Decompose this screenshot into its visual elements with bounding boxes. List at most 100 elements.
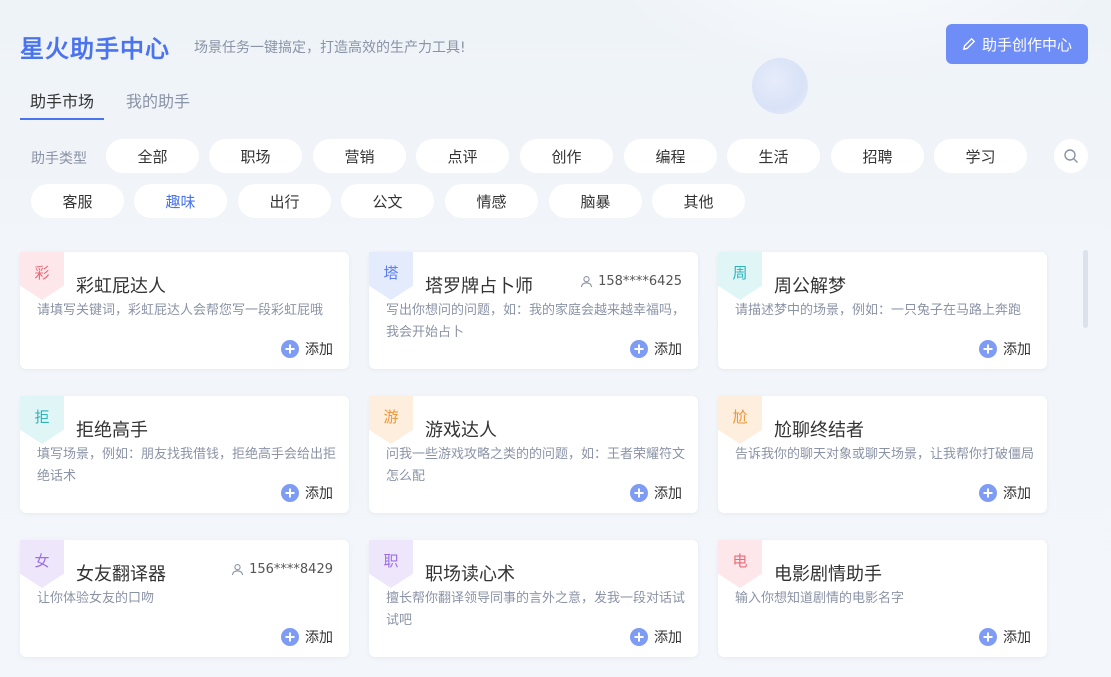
- assistant-card[interactable]: 周周公解梦请描述梦中的场景，例如：一只兔子在马路上奔跑添加: [718, 252, 1047, 369]
- add-label: 添加: [1003, 486, 1031, 502]
- filter-label: 助手类型: [31, 151, 87, 167]
- card-title: 塔罗牌占卜师: [425, 276, 533, 297]
- plus-circle-icon: [979, 628, 997, 646]
- create-assistant-label: 助手创作中心: [981, 35, 1072, 54]
- card-title: 周公解梦: [774, 276, 846, 297]
- card-title: 拒绝高手: [76, 420, 148, 441]
- add-label: 添加: [305, 630, 333, 646]
- add-label: 添加: [654, 342, 682, 358]
- page-title: 星火助手中心: [20, 34, 170, 63]
- card-badge: 职: [369, 540, 413, 588]
- add-assistant-button[interactable]: 添加: [281, 483, 333, 503]
- add-label: 添加: [305, 486, 333, 502]
- add-assistant-button[interactable]: 添加: [281, 339, 333, 359]
- assistant-card[interactable]: 游游戏达人问我一些游戏攻略之类的的问题，如：王者荣耀符文怎么配添加: [369, 396, 698, 513]
- card-title: 女友翻译器: [76, 564, 166, 585]
- plus-circle-icon: [630, 484, 648, 502]
- card-title: 电影剧情助手: [774, 564, 882, 585]
- plus-circle-icon: [630, 628, 648, 646]
- tab-my-assistants-label: 我的助手: [126, 92, 191, 111]
- card-badge: 彩: [20, 252, 64, 300]
- page-subtitle: 场景任务一键搞定，打造高效的生产力工具!: [194, 40, 466, 56]
- filter-pill-row1-2[interactable]: 营销: [313, 139, 406, 173]
- add-assistant-button[interactable]: 添加: [630, 483, 682, 503]
- card-badge: 拒: [20, 396, 64, 444]
- filter-pill-row2-1[interactable]: 趣味: [134, 184, 227, 218]
- add-label: 添加: [1003, 342, 1031, 358]
- card-title: 彩虹屁达人: [76, 276, 166, 297]
- filter-pill-row2-3[interactable]: 公文: [341, 184, 434, 218]
- plus-circle-icon: [630, 340, 648, 358]
- add-label: 添加: [305, 342, 333, 358]
- add-label: 添加: [654, 486, 682, 502]
- plus-circle-icon: [281, 340, 299, 358]
- filter-pill-row1-5[interactable]: 编程: [624, 139, 717, 173]
- filter-pill-row1-8[interactable]: 学习: [934, 139, 1027, 173]
- plus-circle-icon: [281, 628, 299, 646]
- card-badge: 塔: [369, 252, 413, 300]
- create-assistant-button[interactable]: 助手创作中心: [946, 24, 1088, 64]
- assistant-card[interactable]: 女女友翻译器 156****8429 让你体验女友的口吻添加: [20, 540, 349, 657]
- card-badge: 电: [718, 540, 762, 588]
- assistant-card[interactable]: 塔塔罗牌占卜师 158****6425 写出你想问的问题，如：我的家庭会越来越幸福吗…: [369, 252, 698, 369]
- card-author: 156****8429: [231, 562, 333, 577]
- card-description: 写出你想问的问题，如：我的家庭会越来越幸福吗，我会开始占卜: [386, 303, 686, 340]
- card-author: 158****6425: [580, 274, 682, 289]
- filter-pill-row2-6[interactable]: 其他: [652, 184, 745, 218]
- plus-circle-icon: [979, 340, 997, 358]
- filter-pill-row1-1[interactable]: 职场: [209, 139, 302, 173]
- assistant-card[interactable]: 职职场读心术擅长帮你翻译领导同事的言外之意，发我一段对话试试吧添加: [369, 540, 698, 657]
- card-description: 问我一些游戏攻略之类的的问题，如：王者荣耀符文怎么配: [386, 447, 686, 484]
- card-badge: 周: [718, 252, 762, 300]
- card-description: 填写场景，例如：朋友找我借钱，拒绝高手会给出拒绝话术: [37, 447, 337, 484]
- filter-pill-row1-4[interactable]: 创作: [520, 139, 613, 173]
- tab-market-label: 助手市场: [30, 92, 95, 111]
- pencil-icon: [962, 37, 976, 51]
- scrollbar[interactable]: [1083, 250, 1088, 328]
- filter-pill-row2-4[interactable]: 情感: [445, 184, 538, 218]
- filter-pill-row1-0[interactable]: 全部: [106, 139, 199, 173]
- card-description: 让你体验女友的口吻: [37, 591, 155, 606]
- add-assistant-button[interactable]: 添加: [630, 339, 682, 359]
- add-label: 添加: [654, 630, 682, 646]
- search-button[interactable]: [1054, 139, 1088, 173]
- search-icon: [1064, 149, 1078, 163]
- plus-circle-icon: [281, 484, 299, 502]
- assistant-card[interactable]: 电电影剧情助手输入你想知道剧情的电影名字添加: [718, 540, 1047, 657]
- card-badge: 女: [20, 540, 64, 588]
- add-assistant-button[interactable]: 添加: [979, 339, 1031, 359]
- filter-pill-row1-3[interactable]: 点评: [416, 139, 509, 173]
- background-orb: [752, 58, 808, 114]
- filter-pill-row2-5[interactable]: 脑暴: [549, 184, 642, 218]
- card-description: 告诉我你的聊天对象或聊天场景，让我帮你打破僵局: [735, 447, 1035, 462]
- tab-market[interactable]: 助手市场: [20, 88, 105, 120]
- assistant-card[interactable]: 彩彩虹屁达人 请填写关键词，彩虹屁达人会帮您写一段彩虹屁哦 添加: [20, 252, 349, 369]
- filter-pill-row2-2[interactable]: 出行: [238, 184, 331, 218]
- card-title: 职场读心术: [425, 564, 515, 585]
- card-description: 输入你想知道剧情的电影名字: [735, 591, 905, 606]
- card-author-name: 156****8429: [249, 562, 333, 577]
- filter-pill-row2-0[interactable]: 客服: [31, 184, 124, 218]
- card-title: 游戏达人: [425, 420, 497, 441]
- card-description: 擅长帮你翻译领导同事的言外之意，发我一段对话试试吧: [386, 591, 686, 628]
- add-assistant-button[interactable]: 添加: [630, 627, 682, 647]
- add-assistant-button[interactable]: 添加: [979, 483, 1031, 503]
- card-badge: 游: [369, 396, 413, 444]
- add-label: 添加: [1003, 630, 1031, 646]
- assistant-card[interactable]: 拒拒绝高手填写场景，例如：朋友找我借钱，拒绝高手会给出拒绝话术添加: [20, 396, 349, 513]
- tab-bar: 助手市场 我的助手: [20, 88, 212, 120]
- card-description: 请描述梦中的场景，例如：一只兔子在马路上奔跑: [735, 303, 1022, 318]
- assistant-card[interactable]: 尬尬聊终结者告诉我你的聊天对象或聊天场景，让我帮你打破僵局添加: [718, 396, 1047, 513]
- user-icon: [231, 564, 244, 576]
- add-assistant-button[interactable]: 添加: [281, 627, 333, 647]
- user-icon: [580, 276, 593, 288]
- card-title: 尬聊终结者: [774, 420, 864, 441]
- filter-pill-row1-7[interactable]: 招聘: [831, 139, 924, 173]
- add-assistant-button[interactable]: 添加: [979, 627, 1031, 647]
- card-badge: 尬: [718, 396, 762, 444]
- page-header: 星火助手中心 场景任务一键搞定，打造高效的生产力工具!: [20, 28, 466, 64]
- card-author-name: 158****6425: [598, 274, 682, 289]
- filter-pill-row1-6[interactable]: 生活: [727, 139, 820, 173]
- tab-my-assistants[interactable]: 我的助手: [116, 88, 200, 120]
- plus-circle-icon: [979, 484, 997, 502]
